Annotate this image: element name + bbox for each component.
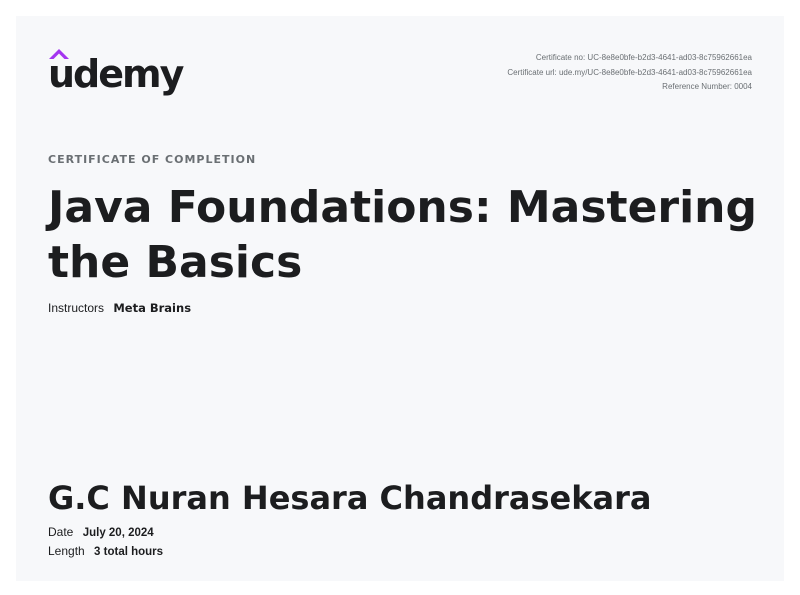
- recipient-name: G.C Nuran Hesara Chandrasekara: [48, 479, 652, 517]
- udemy-logo: udemy: [48, 48, 184, 98]
- certificate-url: Certificate url: ude.my/UC-8e8e0bfe-b2d3…: [507, 67, 752, 77]
- length-value: 3 total hours: [94, 546, 164, 558]
- instructors-label: Instructors: [48, 301, 105, 315]
- udemy-wordmark: udemy: [48, 52, 184, 96]
- certificate-eyebrow: CERTIFICATE OF COMPLETION: [48, 153, 257, 166]
- length-label: Length: [48, 544, 85, 558]
- certificate-meta: Certificate no: UC-8e8e0bfe-b2d3-4641-ad…: [507, 51, 752, 95]
- date-label: Date: [48, 525, 74, 539]
- date-value: July 20, 2024: [82, 527, 154, 539]
- certificate: udemy Certificate no: UC-8e8e0bfe-b2d3-4…: [16, 16, 784, 581]
- instructors-value: Meta Brains: [113, 301, 192, 315]
- date-row: Date July 20, 2024: [48, 525, 154, 539]
- instructors-row: Instructors Meta Brains: [48, 301, 191, 315]
- course-title: Java Foundations: Mastering the Basics: [48, 182, 758, 288]
- length-row: Length 3 total hours: [48, 544, 163, 558]
- reference-number: Reference Number: 0004: [662, 82, 752, 91]
- certificate-number: Certificate no: UC-8e8e0bfe-b2d3-4641-ad…: [535, 53, 752, 62]
